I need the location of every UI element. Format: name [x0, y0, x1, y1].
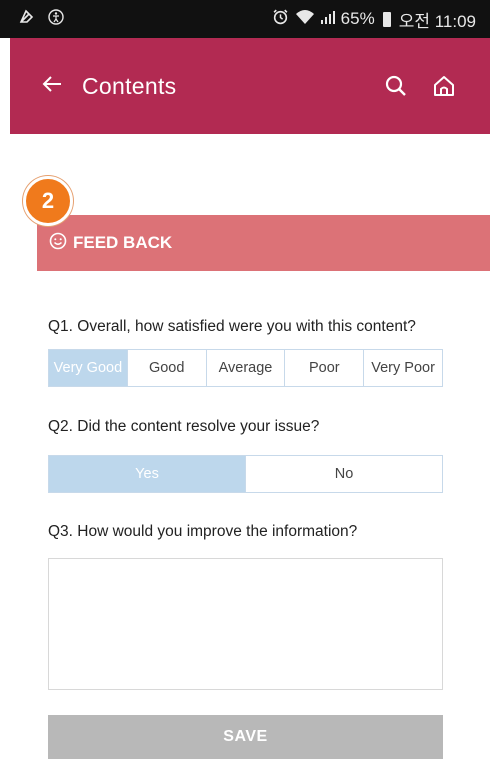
accessibility-icon: [48, 8, 64, 30]
alarm-icon: [272, 8, 289, 30]
rating-option-good[interactable]: Good: [126, 350, 206, 386]
question-3-label: Q3. How would you improve the informatio…: [48, 523, 358, 540]
wifi-icon: [295, 9, 315, 30]
status-bar: 65% 오전 11:09: [0, 0, 490, 38]
rating-option-average[interactable]: Average: [205, 350, 285, 386]
rating-option-very-good[interactable]: Very Good: [49, 350, 127, 386]
save-button[interactable]: SAVE: [48, 715, 443, 759]
signal-icon: [320, 9, 335, 30]
improvement-textarea[interactable]: [48, 558, 443, 690]
section-title: FEED BACK: [73, 233, 173, 252]
app-title: Contents: [82, 72, 177, 99]
satisfaction-rating-group: Very Good Good Average Poor Very Poor: [48, 349, 443, 387]
resolved-choice-group: Yes No: [48, 455, 443, 493]
rating-option-poor[interactable]: Poor: [284, 350, 364, 386]
no-option[interactable]: No: [245, 456, 442, 492]
rating-option-very-poor[interactable]: Very Poor: [363, 350, 442, 386]
status-time: 오전 11:09: [398, 11, 476, 31]
status-left-icons: [18, 8, 64, 30]
question-1-label: Q1. Overall, how satisfied were you with…: [48, 318, 416, 335]
search-icon[interactable]: [372, 62, 420, 110]
back-arrow-icon[interactable]: [42, 72, 72, 100]
battery-percent: 65%: [340, 9, 375, 28]
app-bar: Contents: [10, 38, 490, 134]
feedback-section-header: FEED BACK: [37, 215, 490, 271]
battery-icon: [382, 11, 391, 27]
home-icon[interactable]: [420, 62, 468, 110]
dropbox-icon: [18, 9, 34, 30]
question-2-label: Q2. Did the content resolve your issue?: [48, 418, 320, 435]
yes-option[interactable]: Yes: [49, 456, 245, 492]
smiley-icon: [49, 232, 67, 255]
status-right-icons: 65% 오전 11:09: [272, 7, 476, 32]
step-number-badge: 2: [23, 176, 73, 226]
